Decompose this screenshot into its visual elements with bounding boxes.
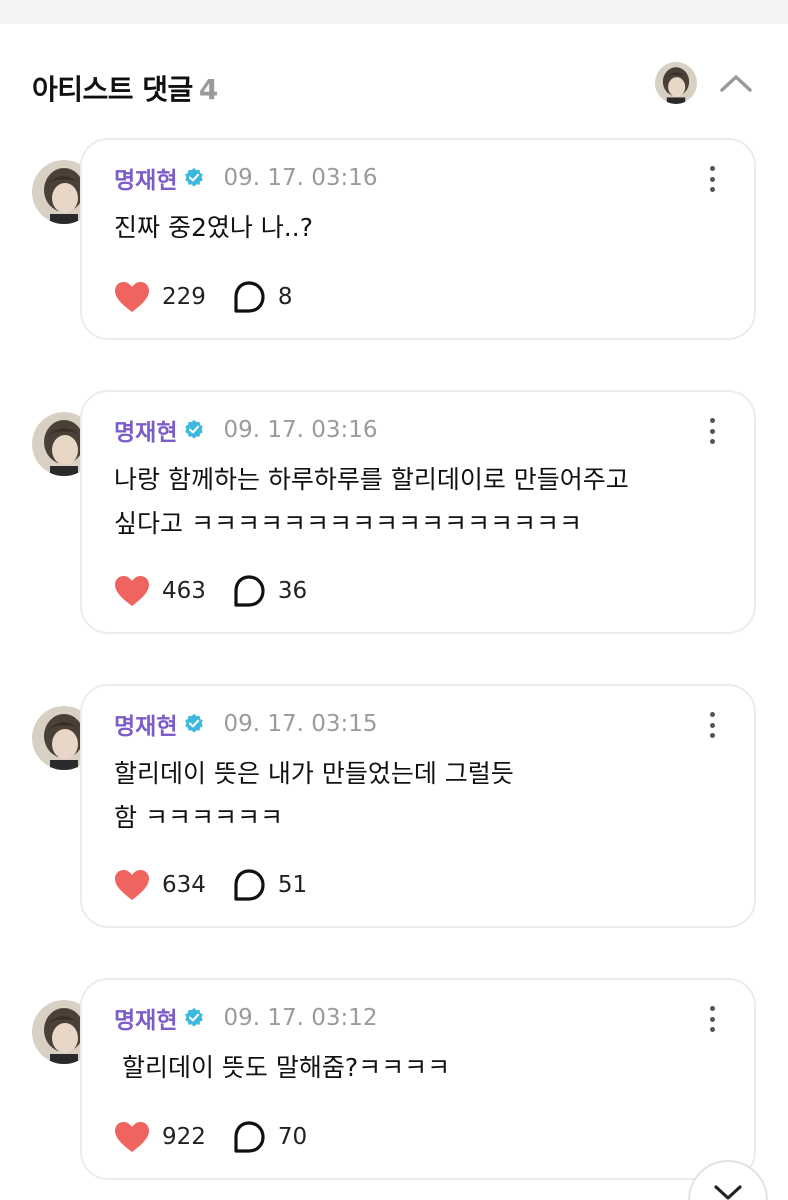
comment-card: 명재현 09. 17. 03:12 할리데이 뜻도 말해줌?ㅋㅋㅋㅋ 922 7… [80, 978, 756, 1180]
comment-text: 나랑 함께하는 하루하루를 할리데이로 만들어주고 싶다고 ㅋㅋㅋㅋㅋㅋㅋㅋㅋㅋ… [114, 465, 629, 538]
comment-stats: 463 36 [114, 574, 307, 608]
comment-text: 진짜 중2였나 나..? [114, 213, 313, 242]
comment-time: 09. 17. 03:12 [223, 1005, 378, 1031]
like-button[interactable]: 922 [114, 1121, 206, 1153]
like-count: 922 [162, 1124, 206, 1150]
section-title: 아티스트 댓글 4 [32, 68, 218, 108]
like-button[interactable]: 229 [114, 281, 206, 313]
comment-time: 09. 17. 03:16 [223, 417, 378, 443]
section-title-text: 아티스트 댓글 [32, 73, 193, 106]
verified-badge-icon [185, 419, 204, 439]
heart-icon [115, 576, 149, 606]
comment-stats: 634 51 [114, 868, 307, 902]
comment-stats: 229 8 [114, 280, 293, 314]
reply-button[interactable]: 8 [232, 280, 293, 314]
comment-item: 명재현 09. 17. 03:12 할리데이 뜻도 말해줌?ㅋㅋㅋㅋ 922 7… [32, 978, 756, 1180]
comment-time: 09. 17. 03:15 [223, 711, 378, 737]
speech-bubble-icon [234, 1121, 265, 1153]
comment-item: 명재현 09. 17. 03:16 나랑 함께하는 하루하루를 할리데이로 만들… [32, 390, 756, 634]
author-name[interactable]: 명재현 [114, 161, 177, 195]
comment-text: 할리데이 뜻은 내가 만들었는데 그럴듯 함 ㅋㅋㅋㅋㅋㅋ [114, 759, 514, 832]
comment-item: 명재현 09. 17. 03:15 할리데이 뜻은 내가 만들었는데 그럴듯 함… [32, 684, 756, 928]
verified-badge-icon [185, 167, 204, 187]
comment-text: 할리데이 뜻도 말해줌?ㅋㅋㅋㅋ [114, 1053, 451, 1082]
comment-header: 명재현 09. 17. 03:15 [114, 708, 378, 740]
verified-badge-icon [185, 1007, 204, 1027]
like-count: 634 [162, 872, 206, 898]
verified-badge-icon [185, 713, 204, 733]
speech-bubble-icon [234, 869, 265, 901]
speech-bubble-icon [234, 575, 265, 607]
like-button[interactable]: 634 [114, 869, 206, 901]
artist-avatar[interactable] [655, 62, 697, 104]
comment-header: 명재현 09. 17. 03:16 [114, 162, 378, 194]
like-count: 229 [162, 284, 206, 310]
more-vertical-icon[interactable] [702, 710, 722, 740]
chevron-up-icon[interactable] [716, 64, 756, 102]
comment-time: 09. 17. 03:16 [223, 165, 378, 191]
comment-count: 4 [198, 73, 218, 106]
like-count: 463 [162, 578, 206, 604]
more-vertical-icon[interactable] [702, 1004, 722, 1034]
author-name[interactable]: 명재현 [114, 707, 177, 741]
comment-header: 명재현 09. 17. 03:16 [114, 414, 378, 446]
reply-count: 70 [277, 1124, 308, 1150]
reply-count: 51 [277, 872, 308, 898]
like-button[interactable]: 463 [114, 575, 206, 607]
heart-icon [115, 1122, 149, 1152]
comment-card: 명재현 09. 17. 03:15 할리데이 뜻은 내가 만들었는데 그럴듯 함… [80, 684, 756, 928]
comment-stats: 922 70 [114, 1120, 307, 1154]
reply-count: 8 [277, 284, 293, 310]
comment-header: 명재현 09. 17. 03:12 [114, 1002, 378, 1034]
more-vertical-icon[interactable] [702, 416, 722, 446]
reply-button[interactable]: 70 [232, 1120, 307, 1154]
comment-item: 명재현 09. 17. 03:16 진짜 중2였나 나..? 229 8 [32, 138, 756, 340]
artist-comments-header: 아티스트 댓글 4 [32, 62, 756, 108]
reply-count: 36 [277, 578, 308, 604]
reply-button[interactable]: 51 [232, 868, 307, 902]
speech-bubble-icon [234, 281, 265, 313]
author-name[interactable]: 명재현 [114, 413, 177, 447]
comment-card: 명재현 09. 17. 03:16 나랑 함께하는 하루하루를 할리데이로 만들… [80, 390, 756, 634]
heart-icon [115, 282, 149, 312]
top-strip [0, 0, 788, 24]
heart-icon [115, 870, 149, 900]
chevron-down-icon [714, 1185, 742, 1200]
reply-button[interactable]: 36 [232, 574, 307, 608]
more-vertical-icon[interactable] [702, 164, 722, 194]
author-name[interactable]: 명재현 [114, 1001, 177, 1035]
comment-card: 명재현 09. 17. 03:16 진짜 중2였나 나..? 229 8 [80, 138, 756, 340]
